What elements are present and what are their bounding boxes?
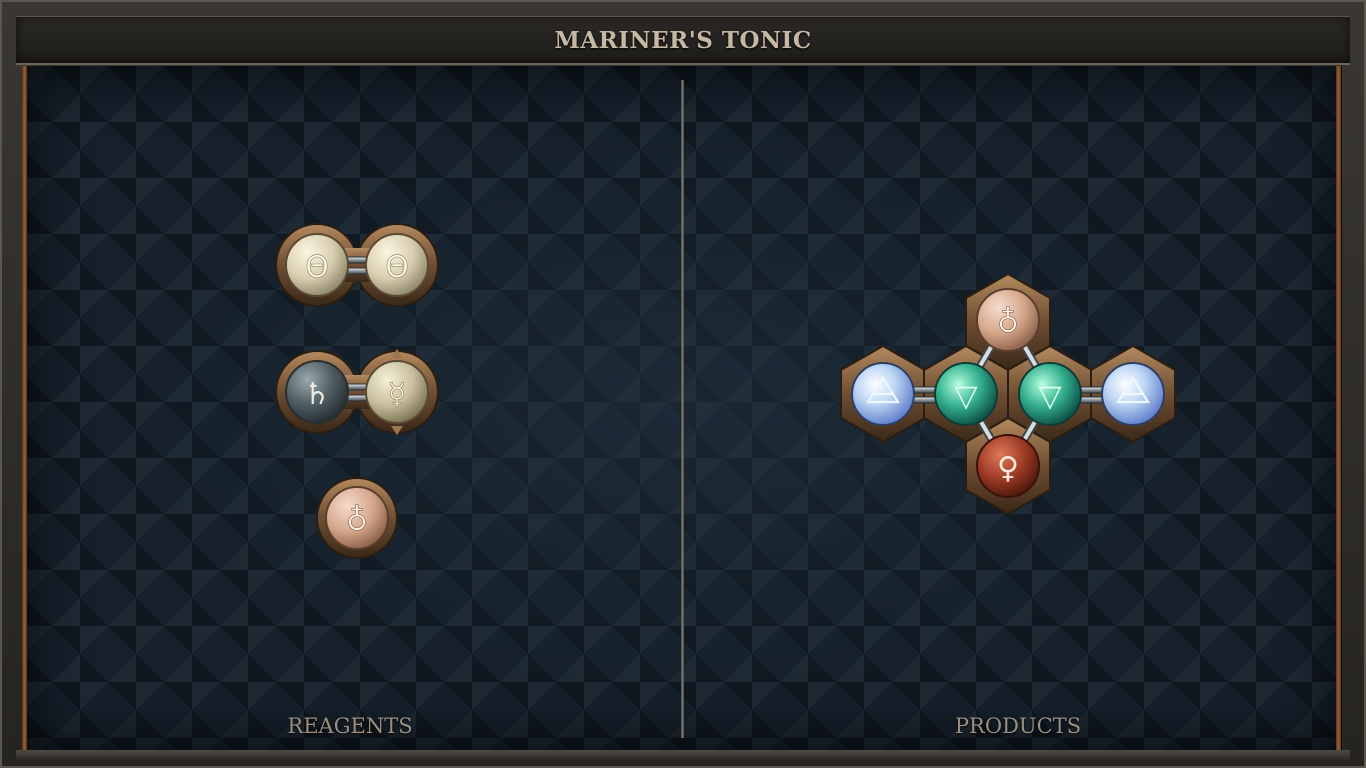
copper-atom[interactable]: ♀ <box>976 434 1040 498</box>
salt-icon: Θ <box>385 250 409 285</box>
water-icon: ▽ <box>954 379 977 414</box>
lead-atom[interactable]: ♄ <box>285 360 349 424</box>
salt-atom[interactable]: Θ <box>285 233 349 297</box>
water-atom[interactable]: ▽ <box>1018 362 1082 426</box>
product-molecule[interactable]: ♁ ▽ ▽ ♀ <box>840 272 1176 516</box>
vitae-atom[interactable]: ♁ <box>325 486 389 550</box>
vitae-atom[interactable]: ♁ <box>976 288 1040 352</box>
salt-atom[interactable]: Θ <box>365 233 429 297</box>
vitae-icon: ♁ <box>346 503 368 538</box>
water-icon: ▽ <box>1038 379 1061 414</box>
quicksilver-atom[interactable]: ☿ <box>365 360 429 424</box>
reagent-salt-pair[interactable]: Θ Θ <box>275 223 439 307</box>
vitae-icon: ♁ <box>997 305 1019 340</box>
water-atom[interactable]: ▽ <box>934 362 998 426</box>
reagent-lead-quicksilver-pair[interactable]: ♄ ☿ <box>275 349 439 435</box>
products-label: PRODUCTS <box>954 714 1082 738</box>
lead-icon: ♄ <box>304 377 331 412</box>
reagents-label: REAGENTS <box>287 714 413 738</box>
salt-icon: Θ <box>305 250 329 285</box>
molecule-stage: Θ Θ ♄ ☿ ♁ ♁ ▽ ▽ ♀ <box>275 223 1176 559</box>
reagent-vitae-single[interactable]: ♁ <box>316 477 398 559</box>
quicksilver-icon: ☿ <box>388 377 406 412</box>
copper-icon: ♀ <box>997 451 1019 486</box>
air-atom[interactable] <box>1101 362 1165 426</box>
air-atom[interactable] <box>851 362 915 426</box>
